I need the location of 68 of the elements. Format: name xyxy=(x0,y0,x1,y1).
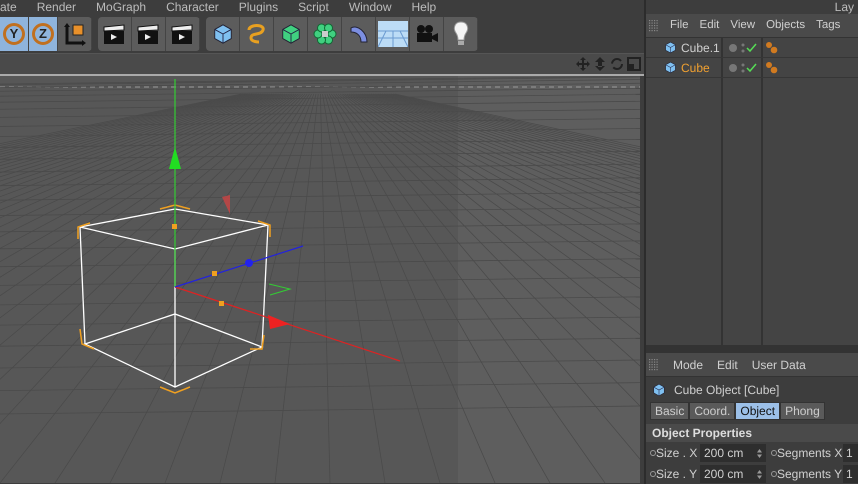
deformer-button[interactable] xyxy=(342,16,376,50)
grip-icon xyxy=(649,358,659,370)
menu-item[interactable]: User Data xyxy=(752,356,806,374)
cube-button[interactable] xyxy=(206,16,240,50)
material-tag-icon[interactable] xyxy=(765,60,779,74)
menu-item[interactable]: Plugins xyxy=(238,0,278,14)
coordinate-system-button[interactable] xyxy=(58,16,92,50)
floor-grid-icon xyxy=(378,20,408,46)
subdivision-button[interactable] xyxy=(274,16,308,50)
menu-item[interactable]: Script xyxy=(298,0,329,14)
value-field[interactable]: 200 cm xyxy=(700,444,766,462)
menu-item[interactable]: Render xyxy=(36,0,76,14)
menu-item[interactable]: File xyxy=(670,16,689,34)
spinner-icon[interactable] xyxy=(757,448,762,458)
cube-icon xyxy=(212,22,234,44)
parameter-label: Segments Y xyxy=(777,466,843,483)
menu-item[interactable]: Objects xyxy=(766,16,806,34)
parameter-toggle-icon[interactable] xyxy=(650,471,656,477)
value-field[interactable]: 1 xyxy=(843,444,858,462)
clapperboard-icon xyxy=(136,22,162,46)
material-tag-icon[interactable] xyxy=(765,40,779,54)
light-button[interactable] xyxy=(444,16,478,50)
object-title: Cube Object [Cube] xyxy=(674,382,780,398)
menu-item[interactable]: View xyxy=(730,16,756,34)
axis-lock-button[interactable]: Y xyxy=(0,16,29,50)
clapperboard-icon xyxy=(170,22,196,46)
render-settings-button[interactable] xyxy=(166,16,200,50)
grip-icon xyxy=(649,20,659,32)
cube-icon xyxy=(664,61,677,74)
render-view-button[interactable] xyxy=(98,16,132,50)
parameter-toggle-icon[interactable] xyxy=(650,450,656,456)
axes-icon xyxy=(62,20,88,46)
menu-item[interactable]: Edit xyxy=(700,16,720,34)
parameter-toggle-icon[interactable] xyxy=(771,471,777,477)
cube-icon xyxy=(652,382,666,396)
menu-item[interactable]: Character xyxy=(166,0,219,14)
menu-item[interactable]: Edit xyxy=(717,356,738,374)
parameter-toggle-icon[interactable] xyxy=(771,450,777,456)
light-bulb-icon xyxy=(452,20,470,46)
parameter-label: Size . Y xyxy=(656,466,698,483)
menu-item[interactable]: MoGraph xyxy=(96,0,146,14)
render-picture-viewer-button[interactable] xyxy=(132,16,166,50)
value-field[interactable]: 200 cm xyxy=(700,465,766,483)
section-header: Object Properties xyxy=(646,424,858,442)
parameter-label: Size . X xyxy=(656,445,698,462)
spinner-icon[interactable] xyxy=(757,470,762,478)
array-button[interactable] xyxy=(308,16,342,50)
checkmark-icon[interactable] xyxy=(741,62,757,74)
panel-tab-label[interactable]: Lay xyxy=(834,0,854,14)
menu-item[interactable]: ate xyxy=(0,0,17,14)
axis-lock-button[interactable]: Z xyxy=(29,16,58,50)
tab[interactable]: Coord. xyxy=(689,402,736,420)
clapperboard-icon xyxy=(102,22,128,46)
cluster-icon xyxy=(312,22,336,46)
menu-item[interactable]: Help xyxy=(412,0,436,14)
floor-button[interactable] xyxy=(376,16,410,50)
tab[interactable]: Object xyxy=(735,402,780,420)
cube-icon xyxy=(280,22,302,44)
menu-item[interactable]: Mode xyxy=(673,356,704,374)
tab[interactable]: Basic xyxy=(650,402,690,420)
menu-item[interactable]: Tags xyxy=(816,16,840,34)
value-field[interactable]: 1 xyxy=(843,465,858,483)
menu-item[interactable]: Window xyxy=(348,0,392,14)
spline-button[interactable] xyxy=(240,16,274,50)
parameter-label: Segments X xyxy=(777,445,843,462)
tab[interactable]: Phong xyxy=(780,402,825,420)
checkmark-icon[interactable] xyxy=(741,42,757,54)
cube-icon xyxy=(664,41,677,54)
